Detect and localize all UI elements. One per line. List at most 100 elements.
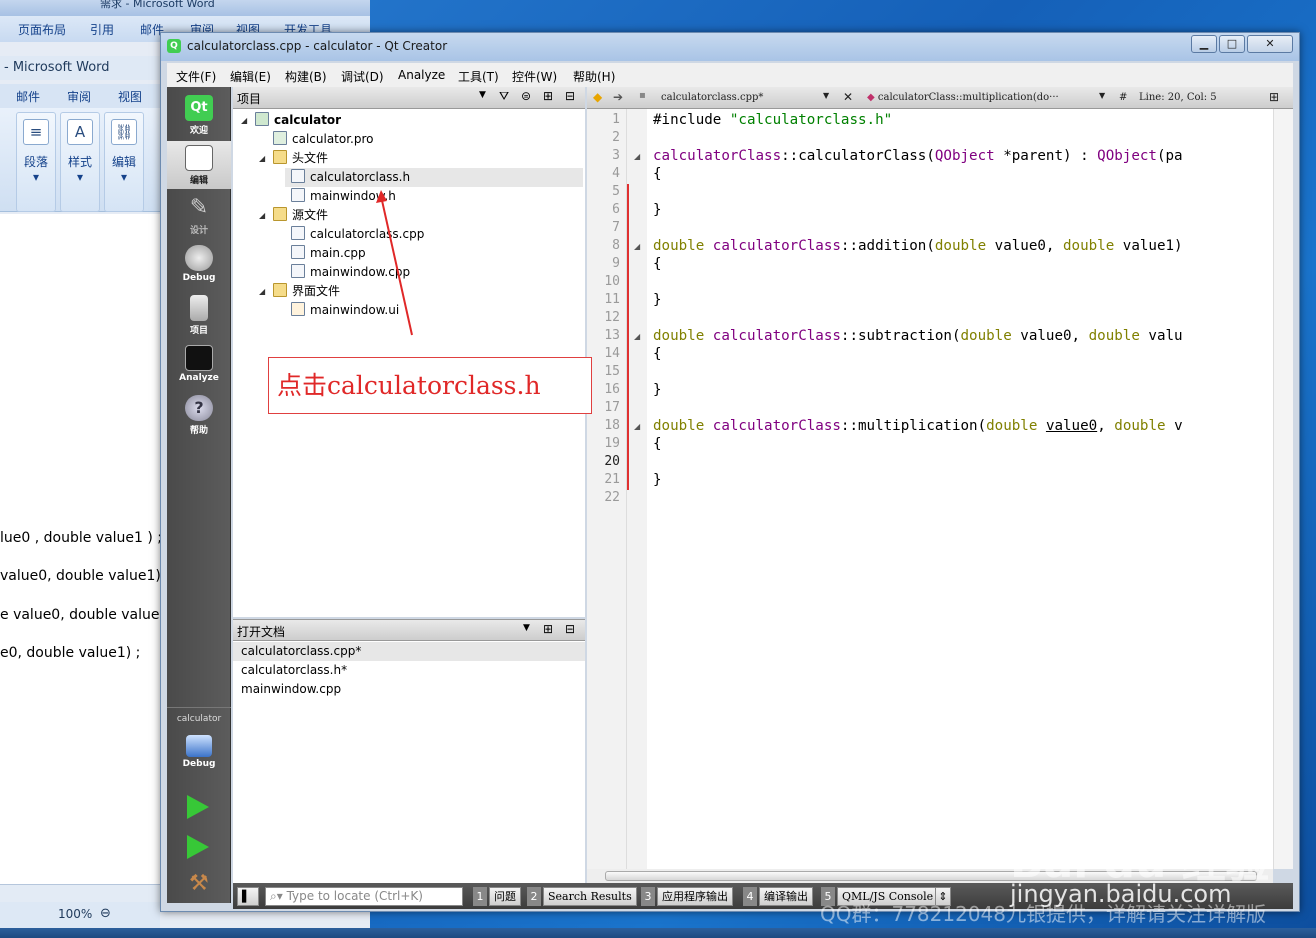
back-arrow-icon[interactable]: ◆ — [593, 90, 602, 104]
output-tab-compile[interactable]: 编译输出 — [759, 887, 813, 906]
word-document[interactable]: lue0 , double value1 ) ; value0, double … — [0, 214, 174, 884]
paragraph-icon: ≡ — [23, 119, 49, 145]
mode-welcome[interactable]: Qt 欢迎 — [167, 91, 231, 139]
pro-file-icon — [273, 131, 287, 145]
locator-input[interactable]: ⌕▾ Type to locate (Ctrl+K) — [265, 887, 463, 906]
line-number: 16 — [604, 382, 620, 397]
forward-arrow-icon[interactable]: ➔ — [613, 90, 623, 104]
close-pane-icon[interactable]: ⊟ — [565, 622, 575, 636]
chevron-down-icon: ▾ — [76, 170, 84, 184]
menu-file[interactable]: 文件(F) — [176, 68, 216, 85]
tree-label: 源文件 — [292, 208, 329, 222]
menu-edit[interactable]: 编辑(E) — [230, 68, 271, 85]
mode-debug[interactable]: Debug — [167, 241, 231, 289]
zoom-level[interactable]: 100% — [58, 907, 92, 921]
fold-arrow-icon[interactable]: ◢ — [634, 242, 640, 251]
chevron-down-icon[interactable]: ▼ — [823, 91, 829, 100]
mode-help[interactable]: ? 帮助 — [167, 391, 231, 439]
word-title: 需求 - Microsoft Word — [100, 0, 215, 10]
tree-item-calculatorclass-h[interactable]: calculatorclass.h — [285, 168, 583, 187]
fold-arrow-icon[interactable]: ◢ — [634, 152, 640, 161]
line-number: 14 — [604, 346, 620, 361]
menu-tools[interactable]: 工具(T) — [458, 68, 499, 85]
split-icon[interactable]: ⊞ — [1269, 90, 1279, 104]
tree-item-sources[interactable]: ◢ 源文件 — [259, 206, 329, 225]
word-tab-view-2[interactable]: 视图 — [118, 88, 142, 105]
open-documents-title[interactable]: 打开文档 — [237, 623, 285, 640]
symbol-combo[interactable]: ◆ calculatorClass::multiplication(do··· — [867, 92, 1059, 103]
mode-design[interactable]: ✎ 设计 — [167, 191, 231, 239]
output-tab-issues[interactable]: 问题 — [489, 887, 521, 906]
menu-widgets[interactable]: 控件(W) — [512, 68, 557, 85]
tree-item-calculatorclass-cpp[interactable]: calculatorclass.cpp — [291, 225, 424, 244]
kit-selector[interactable]: Debug — [167, 731, 231, 779]
run-icon[interactable] — [187, 795, 209, 819]
minimize-button[interactable]: ▁ — [1191, 35, 1217, 53]
word-tab-review-2[interactable]: 审阅 — [67, 88, 91, 105]
cursor-position[interactable]: Line: 20, Col: 5 — [1139, 92, 1217, 103]
fold-arrow-icon[interactable]: ◢ — [634, 422, 640, 431]
editor-toolbar: ◆ ➔ ▪ calculatorclass.cpp* ▼ ✕ ◆ calcula… — [587, 87, 1293, 109]
tree-item-forms[interactable]: ◢ 界面文件 — [259, 282, 341, 301]
close-pane-icon[interactable]: ⊟ — [565, 89, 575, 103]
chevron-down-icon[interactable]: ▼ — [523, 623, 530, 633]
styles-group[interactable]: A 样式 ▾ — [60, 112, 100, 212]
menu-build[interactable]: 构建(B) — [285, 68, 327, 85]
mode-label: 欢迎 — [189, 126, 208, 136]
tree-item-main-cpp[interactable]: main.cpp — [291, 244, 366, 263]
mode-edit[interactable]: 编辑 — [167, 141, 231, 189]
output-tab-app-output[interactable]: 应用程序输出 — [657, 887, 733, 906]
code-line: } — [653, 202, 662, 218]
word-tab-layout[interactable]: 页面布局 — [18, 21, 66, 38]
editor-vertical-scrollbar[interactable] — [1273, 109, 1293, 869]
lock-icon: ▪ — [639, 90, 646, 101]
menu-debug[interactable]: 调试(D) — [341, 68, 384, 85]
header-file-icon — [291, 169, 305, 183]
chevron-down-icon[interactable]: ▼ — [479, 90, 486, 100]
output-tab-search[interactable]: Search Results — [543, 887, 637, 906]
menu-analyze[interactable]: Analyze — [398, 68, 445, 82]
open-doc-item[interactable]: calculatorclass.h* — [241, 661, 347, 680]
qq-watermark: QQ群：778212048九银提供，详解请关注详解版 — [820, 902, 1267, 926]
tree-item-pro[interactable]: calculator.pro — [273, 130, 374, 149]
filter-icon[interactable]: ⛛ — [499, 89, 509, 104]
close-document-icon[interactable]: ✕ — [843, 90, 853, 104]
tree-label: 界面文件 — [292, 284, 341, 298]
word-tab-mail[interactable]: 邮件 — [16, 88, 40, 105]
line-number: 8 — [612, 238, 620, 253]
tree-item-project[interactable]: ◢ calculator — [241, 111, 341, 130]
file-combo[interactable]: calculatorclass.cpp* — [661, 92, 763, 103]
tree-item-mainwindow-cpp[interactable]: mainwindow.cpp — [291, 263, 410, 282]
zoom-out-icon[interactable]: ⊖ — [100, 906, 111, 921]
tree-item-mainwindow-h[interactable]: mainwindow.h — [291, 187, 396, 206]
close-button[interactable]: ✕ — [1247, 35, 1293, 53]
word-tab-references[interactable]: 引用 — [90, 21, 114, 38]
build-hammer-icon[interactable]: ⚒ — [189, 871, 209, 896]
line-number-gutter: 1 2 3 4 5 6 7 8 9 10 11 12 13 14 15 16 17 18 19 20 21 22 — [587, 109, 627, 883]
tree-item-mainwindow-ui[interactable]: mainwindow.ui — [291, 301, 399, 320]
split-icon[interactable]: ⊞ — [543, 622, 553, 636]
fold-arrow-icon[interactable]: ◢ — [634, 332, 640, 341]
maximize-button[interactable]: □ — [1219, 35, 1245, 53]
chevron-down-icon[interactable]: ▼ — [1099, 91, 1105, 100]
editing-group[interactable]: ⛓ 编辑 ▾ — [104, 112, 144, 212]
toggle-sidebar-icon[interactable]: ▌ — [237, 887, 259, 906]
mode-projects[interactable]: 项目 — [167, 291, 231, 339]
line-number: 10 — [604, 274, 620, 289]
link-icon[interactable]: ⊜ — [521, 89, 531, 103]
split-icon[interactable]: ⊞ — [543, 89, 553, 103]
fold-marker-column: ◢ ◢ ◢ ◢ — [627, 109, 647, 883]
code-editor[interactable]: #include "calculatorclass.h" calculatorCl… — [647, 109, 1273, 883]
menu-help[interactable]: 帮助(H) — [573, 68, 615, 85]
tree-item-headers[interactable]: ◢ 头文件 — [259, 149, 328, 168]
word-horizontal-scrollbar[interactable] — [0, 884, 160, 902]
debug-run-icon[interactable] — [187, 835, 209, 859]
word-subtitle: - Microsoft Word — [4, 60, 110, 75]
paragraph-group[interactable]: ≡ 段落 ▾ — [16, 112, 56, 212]
line-number: 15 — [604, 364, 620, 379]
project-pane-title[interactable]: 项目 — [237, 90, 261, 107]
mode-analyze[interactable]: Analyze — [167, 341, 231, 389]
open-doc-item[interactable]: calculatorclass.cpp* — [233, 642, 585, 661]
word-ribbon-tabs: 邮件 审阅 视图 — [0, 84, 160, 108]
open-doc-item[interactable]: mainwindow.cpp — [241, 680, 341, 699]
